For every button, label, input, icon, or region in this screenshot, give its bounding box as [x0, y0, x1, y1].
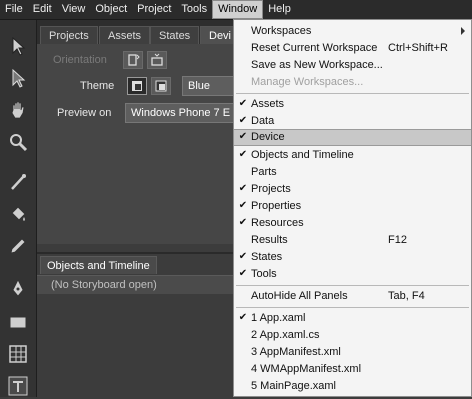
tab-assets[interactable]: Assets	[99, 26, 151, 44]
panel-tab-strip: Projects Assets States Devi	[37, 20, 240, 44]
menu-item-device[interactable]: ✔ Device	[234, 129, 471, 146]
check-icon: ✔	[238, 268, 248, 279]
check-icon: ✔	[238, 131, 248, 142]
check-icon: ✔	[238, 217, 248, 228]
menu-item-autohide-panels[interactable]: AutoHide All Panels Tab, F4	[234, 288, 471, 304]
preview-device-dropdown[interactable]: Windows Phone 7 E	[125, 103, 237, 123]
window-menu: Workspaces Reset Current Workspace Ctrl+…	[233, 19, 472, 397]
eyedropper-tool[interactable]	[6, 170, 30, 194]
grid-icon	[9, 345, 27, 363]
storyboard-picker[interactable]: (No Storyboard open)	[37, 275, 237, 294]
menu-item-resources[interactable]: ✔ Resources	[234, 215, 471, 231]
paint-bucket-icon	[11, 206, 26, 221]
menu-help[interactable]: Help	[263, 0, 296, 19]
menu-item-parts[interactable]: Parts	[234, 164, 471, 180]
check-icon: ✔	[238, 312, 248, 323]
menu-item-workspaces[interactable]: Workspaces	[234, 23, 471, 39]
check-icon: ✔	[238, 98, 248, 109]
tab-projects[interactable]: Projects	[40, 26, 98, 44]
landscape-orientation-icon	[151, 53, 163, 66]
hand-icon	[11, 101, 25, 119]
objects-timeline-panel: Objects and Timeline (No Storyboard open…	[37, 252, 237, 399]
shortcut-label: F12	[388, 234, 407, 246]
check-icon: ✔	[238, 251, 248, 262]
theme-label: Theme	[80, 80, 115, 92]
arrow-pointer-icon	[12, 36, 26, 56]
menu-item-results[interactable]: Results F12	[234, 232, 471, 248]
selection-tool[interactable]	[6, 34, 30, 58]
text-t-icon	[8, 376, 28, 396]
menu-item-states[interactable]: ✔ States	[234, 249, 471, 265]
text-tool[interactable]	[6, 374, 30, 398]
menu-item-recent-5[interactable]: 5 MainPage.xaml	[234, 378, 471, 394]
menu-item-projects[interactable]: ✔ Projects	[234, 181, 471, 197]
menu-item-data[interactable]: ✔ Data	[234, 113, 471, 129]
rectangle-tool[interactable]	[6, 310, 30, 334]
menu-item-manage-workspaces: Manage Workspaces...	[251, 76, 364, 88]
menu-item-tools[interactable]: ✔ Tools	[234, 266, 471, 282]
pan-tool[interactable]	[6, 98, 30, 122]
menu-item-recent-4[interactable]: 4 WMAppManifest.xml	[234, 361, 471, 377]
direct-selection-tool[interactable]	[6, 66, 30, 90]
menu-item-reset-workspace[interactable]: Reset Current Workspace Ctrl+Shift+R	[234, 40, 471, 56]
direct-select-icon	[12, 68, 26, 88]
menu-bar: File Edit View Object Project Tools Wind…	[0, 0, 472, 20]
portrait-orientation-button[interactable]	[123, 51, 143, 69]
shortcut-label: Tab, F4	[388, 290, 425, 302]
portrait-orientation-icon	[128, 54, 140, 66]
landscape-orientation-button[interactable]	[147, 51, 167, 69]
menu-tools[interactable]: Tools	[176, 0, 212, 19]
menu-item-objects-timeline[interactable]: ✔ Objects and Timeline	[234, 147, 471, 163]
menu-item-recent-1[interactable]: ✔ 1 App.xaml	[234, 310, 471, 326]
menu-item-save-workspace[interactable]: Save as New Workspace...	[234, 57, 471, 73]
tab-objects-timeline[interactable]: Objects and Timeline	[40, 256, 157, 274]
menu-item-recent-2[interactable]: 2 App.xaml.cs	[234, 327, 471, 343]
menu-item-recent-3[interactable]: 3 AppManifest.xml	[234, 344, 471, 360]
pencil-tool[interactable]	[6, 234, 30, 258]
submenu-arrow-icon	[461, 27, 465, 35]
grid-layout-tool[interactable]	[6, 342, 30, 366]
orientation-label: Orientation	[53, 54, 107, 66]
eyedropper-icon	[11, 174, 26, 190]
paint-bucket-tool[interactable]	[6, 202, 30, 226]
menu-separator	[236, 285, 469, 286]
dark-theme-button[interactable]	[127, 77, 147, 95]
check-icon: ✔	[238, 115, 248, 126]
light-theme-button[interactable]	[151, 77, 171, 95]
light-theme-icon	[155, 80, 167, 92]
pen-nib-icon	[12, 279, 24, 297]
check-icon: ✔	[238, 149, 248, 160]
menu-item-properties[interactable]: ✔ Properties	[234, 198, 471, 214]
check-icon: ✔	[238, 200, 248, 211]
pen-tool[interactable]	[6, 276, 30, 300]
menu-separator	[236, 307, 469, 308]
magnifier-icon	[10, 134, 28, 152]
menu-separator	[236, 93, 469, 94]
menu-edit[interactable]: Edit	[28, 0, 57, 19]
check-icon: ✔	[238, 183, 248, 194]
menu-view[interactable]: View	[57, 0, 91, 19]
dark-theme-icon	[132, 81, 142, 91]
preview-on-label: Preview on	[57, 107, 112, 119]
menu-item-assets[interactable]: ✔ Assets	[234, 96, 471, 112]
rectangle-icon	[9, 316, 27, 329]
tab-states[interactable]: States	[150, 26, 200, 44]
menu-window[interactable]: Window	[212, 0, 264, 19]
theme-color-dropdown[interactable]: Blue	[182, 76, 237, 96]
device-panel: Orientation Theme Blue Preview on Window…	[37, 44, 237, 244]
menu-object[interactable]: Object	[90, 0, 132, 19]
menu-file[interactable]: File	[0, 0, 28, 19]
shortcut-label: Ctrl+Shift+R	[388, 42, 448, 54]
zoom-tool[interactable]	[6, 130, 30, 154]
pencil-icon	[10, 238, 26, 254]
toolbox	[0, 20, 37, 397]
menu-project[interactable]: Project	[132, 0, 176, 19]
